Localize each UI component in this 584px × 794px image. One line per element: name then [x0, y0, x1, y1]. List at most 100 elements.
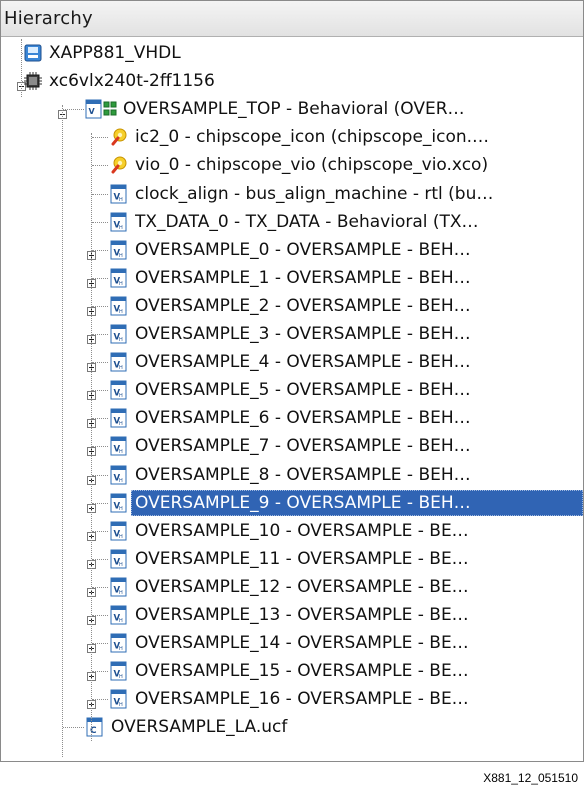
- tree-item-label: OVERSAMPLE_15 - OVERSAMPLE - BE…: [135, 661, 469, 682]
- tree-item-label: OVERSAMPLE_2 - OVERSAMPLE - BEH…: [135, 295, 471, 316]
- vhdl-module-icon: VH: [109, 605, 129, 625]
- tree-item-label: OVERSAMPLE_7 - OVERSAMPLE - BEH…: [135, 436, 471, 457]
- svg-text:H: H: [119, 449, 123, 455]
- vhdl-module-icon: VH: [109, 661, 129, 681]
- tree-connector-line: [91, 165, 108, 167]
- svg-text:H: H: [119, 702, 123, 708]
- tree-item-label: OVERSAMPLE_6 - OVERSAMPLE - BEH…: [135, 408, 471, 429]
- svg-text:H: H: [119, 618, 123, 624]
- tree-item-label: OVERSAMPLE_4 - OVERSAMPLE - BEH…: [135, 352, 471, 373]
- vhdl-module-icon: VH: [109, 689, 129, 709]
- tree-item[interactable]: V H OVERSAMPLE_7 - OVERSAMPLE - BEH…: [1, 432, 583, 460]
- tree-item[interactable]: V H OVERSAMPLE_3 - OVERSAMPLE - BEH…: [1, 320, 583, 348]
- tree-item-label: OVERSAMPLE_9 - OVERSAMPLE - BEH…: [135, 492, 471, 513]
- vhdl-module-icon: VH: [109, 212, 129, 232]
- svg-text:H: H: [119, 337, 123, 343]
- vhdl-module-icon: VH: [109, 352, 129, 372]
- tree-connector-line: [91, 221, 108, 223]
- tree-item[interactable]: V H OVERSAMPLE_0 - OVERSAMPLE - BEH…: [1, 236, 583, 264]
- svg-text:V: V: [89, 107, 96, 116]
- vhdl-module-icon: VH: [109, 577, 129, 597]
- tree-item-label: vio_0 - chipscope_vio (chipscope_vio.xco…: [135, 155, 489, 176]
- svg-text:H: H: [119, 674, 123, 680]
- svg-text:H: H: [119, 506, 123, 512]
- vhdl-module-icon: VH: [109, 549, 129, 569]
- panel-title: Hierarchy: [1, 1, 583, 37]
- tree-item-label: OVERSAMPLE_1 - OVERSAMPLE - BEH…: [135, 267, 471, 288]
- tree-item[interactable]: V H OVERSAMPLE_16 - OVERSAMPLE - BE…: [1, 685, 583, 713]
- tree-item[interactable]: V H TX_DATA_0 - TX_DATA - Behavioral (TX…: [1, 208, 583, 236]
- tree-item[interactable]: V H OVERSAMPLE_4 - OVERSAMPLE - BEH…: [1, 348, 583, 376]
- tree-item[interactable]: V H OVERSAMPLE_1 - OVERSAMPLE - BEH…: [1, 264, 583, 292]
- tree-item[interactable]: V H OVERSAMPLE_8 - OVERSAMPLE - BEH…: [1, 461, 583, 489]
- svg-text:H: H: [119, 197, 123, 203]
- vhdl-module-icon: VH: [109, 493, 129, 513]
- tree-guide-line: [91, 133, 92, 741]
- tree-item[interactable]: XAPP881_VHDL: [1, 39, 583, 67]
- tree-item[interactable]: vio_0 - chipscope_vio (chipscope_vio.xco…: [1, 151, 583, 179]
- tree-guide-line: [21, 39, 22, 97]
- svg-text:H: H: [119, 562, 123, 568]
- svg-text:H: H: [119, 281, 123, 287]
- vhdl-module-icon: VH: [109, 436, 129, 456]
- ucf-constraints-icon: C: [85, 717, 105, 737]
- tree-item[interactable]: V H OVERSAMPLE_6 - OVERSAMPLE - BEH…: [1, 404, 583, 432]
- tree-item-label: OVERSAMPLE_3 - OVERSAMPLE - BEH…: [135, 324, 471, 344]
- vhdl-module-icon: VH: [109, 633, 129, 653]
- tree-item[interactable]: V H OVERSAMPLE_11 - OVERSAMPLE - BE…: [1, 545, 583, 573]
- tree-item-label: XAPP881_VHDL: [49, 43, 181, 63]
- tree-item-label: OVERSAMPLE_5 - OVERSAMPLE - BEH…: [135, 380, 471, 401]
- tree-item[interactable]: V H OVERSAMPLE_15 - OVERSAMPLE - BE…: [1, 657, 583, 685]
- tree-item-label: OVERSAMPLE_LA.ucf: [111, 717, 288, 738]
- vhdl-module-icon: VH: [109, 521, 129, 541]
- vhdl-module-icon: VH: [109, 380, 129, 400]
- project-icon: [23, 43, 43, 63]
- tree-guide-line: [62, 105, 63, 757]
- svg-text:H: H: [119, 478, 123, 484]
- tree-item-label: OVERSAMPLE_10 - OVERSAMPLE - BE…: [135, 520, 469, 541]
- fpga-chip-icon: [23, 71, 43, 91]
- tree-item[interactable]: ic2_0 - chipscope_icon (chipscope_icon.…: [1, 123, 583, 151]
- tree-item[interactable]: V H OVERSAMPLE_10 - OVERSAMPLE - BE…: [1, 517, 583, 545]
- tree-connector-line: [91, 193, 108, 195]
- vhdl-module-icon: VH: [109, 240, 129, 260]
- tree-item[interactable]: V H OVERSAMPLE_9 - OVERSAMPLE - BEH…: [1, 489, 583, 517]
- vhdl-module-icon: VH: [109, 296, 129, 316]
- svg-text:H: H: [119, 646, 123, 652]
- vhdl-module-icon: VH: [109, 184, 129, 204]
- tree-item-label: OVERSAMPLE_13 - OVERSAMPLE - BE…: [135, 605, 469, 625]
- tree-item[interactable]: V H clock_align - bus_align_machine - rtl …: [1, 180, 583, 208]
- svg-text:H: H: [119, 534, 123, 540]
- tree-item[interactable]: V OVERSAMPLE_TOP - Behavioral (OVER…: [1, 95, 583, 123]
- svg-text:H: H: [119, 421, 123, 427]
- core-generator-icon: [109, 155, 129, 175]
- core-generator-icon: [109, 127, 129, 147]
- vhdl-module-icon: VH: [109, 268, 129, 288]
- tree-item-label: OVERSAMPLE_11 - OVERSAMPLE - BE…: [135, 548, 469, 569]
- figure-id: X881_12_051510: [483, 771, 578, 785]
- tree-item-label: OVERSAMPLE_0 - OVERSAMPLE - BEH…: [135, 239, 471, 260]
- tree-item[interactable]: C OVERSAMPLE_LA.ucf: [1, 713, 583, 741]
- vhdl-module-icon: VH: [109, 465, 129, 485]
- vhdl-module-icon: VH: [109, 408, 129, 428]
- tree-item-label: TX_DATA_0 - TX_DATA - Behavioral (TX…: [135, 211, 479, 232]
- tree-item[interactable]: V H OVERSAMPLE_13 - OVERSAMPLE - BE…: [1, 601, 583, 629]
- tree-connector-line: [91, 137, 108, 139]
- svg-text:H: H: [119, 365, 123, 371]
- svg-text:H: H: [119, 393, 123, 399]
- vhdl-module-icon: VH: [109, 324, 129, 344]
- tree-item[interactable]: V H OVERSAMPLE_14 - OVERSAMPLE - BE…: [1, 629, 583, 657]
- tree-item-label: clock_align - bus_align_machine - rtl (b…: [135, 183, 494, 204]
- tree-item-label: OVERSAMPLE_16 - OVERSAMPLE - BE…: [135, 689, 469, 710]
- hierarchy-panel: Hierarchy XAPP881_VHDL xc6vlx240t-2ff1156…: [0, 0, 584, 762]
- svg-text:H: H: [119, 309, 123, 315]
- vhdl-top-module-icon: V: [85, 99, 117, 119]
- tree-item[interactable]: V H OVERSAMPLE_12 - OVERSAMPLE - BE…: [1, 573, 583, 601]
- svg-text:H: H: [119, 225, 123, 231]
- tree-item[interactable]: xc6vlx240t-2ff1156: [1, 67, 583, 95]
- tree-item[interactable]: V H OVERSAMPLE_2 - OVERSAMPLE - BEH…: [1, 292, 583, 320]
- tree-item-label: ic2_0 - chipscope_icon (chipscope_icon.…: [135, 127, 490, 148]
- tree-item[interactable]: V H OVERSAMPLE_5 - OVERSAMPLE - BEH…: [1, 376, 583, 404]
- tree-item-label: OVERSAMPLE_TOP - Behavioral (OVER…: [123, 99, 465, 120]
- tree-item-label: OVERSAMPLE_12 - OVERSAMPLE - BE…: [135, 576, 469, 597]
